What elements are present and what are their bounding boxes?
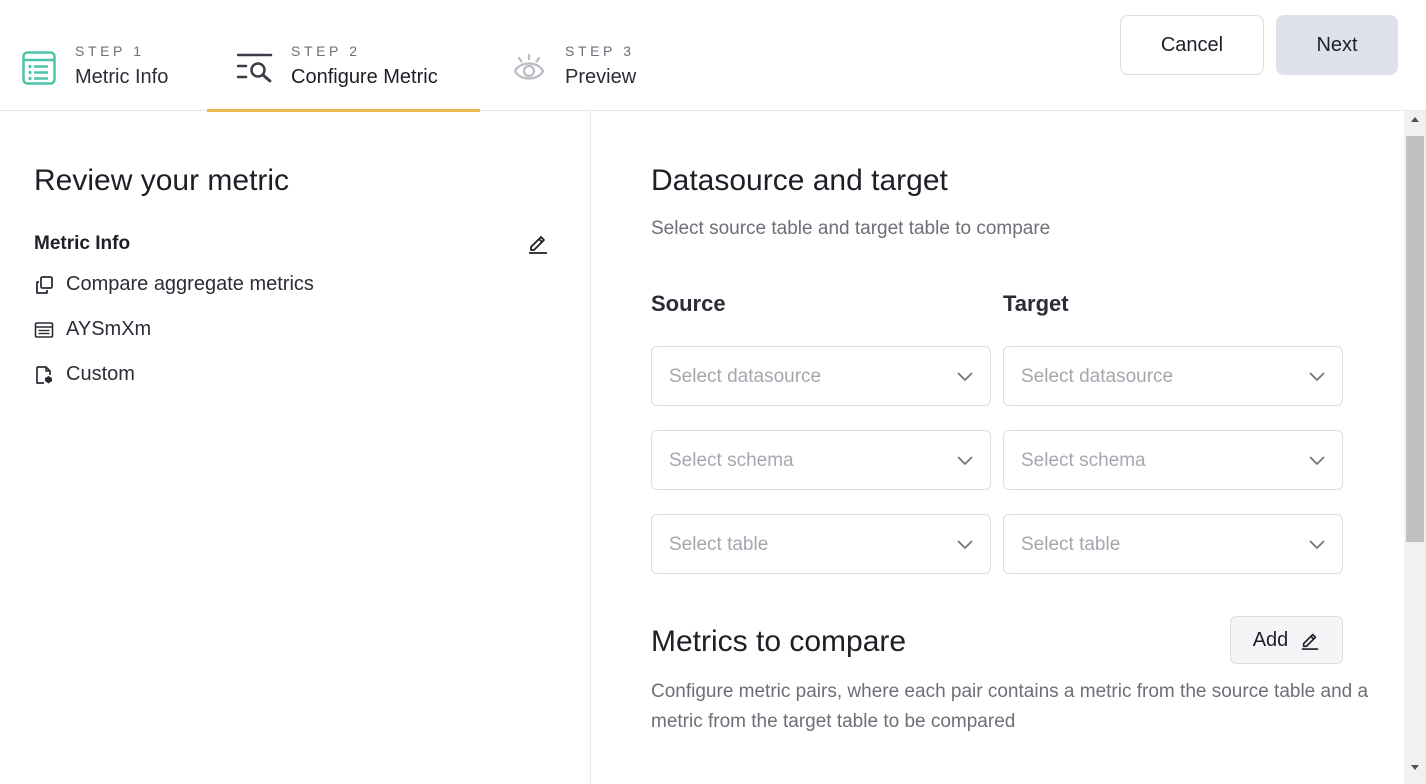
step-title: Preview [565,66,637,88]
configure-panel: Datasource and target Select source tabl… [592,111,1404,784]
select-placeholder: Select datasource [1021,366,1174,387]
step-title: Configure Metric [291,66,438,88]
source-heading: Source [651,291,726,316]
chevron-down-icon [1309,453,1325,466]
edit-icon[interactable] [527,232,549,254]
target-datasource-select[interactable]: Select datasource [1003,346,1343,406]
target-schema-select[interactable]: Select schema [1003,430,1343,490]
step-title: Metric Info [75,66,169,88]
review-title: Review your metric [34,164,290,197]
step-preview[interactable]: STEP 3 Preview [480,0,680,111]
metric-name-row: AYSmXm [34,318,151,341]
table-icon [34,320,54,340]
chevron-down-icon [1309,537,1325,550]
cancel-button[interactable]: Cancel [1120,15,1264,75]
vertical-scrollbar[interactable] [1404,111,1426,784]
target-heading: Target [1003,291,1069,316]
select-placeholder: Select datasource [669,366,822,387]
step-number: STEP 1 [75,43,145,59]
metric-category-row: Custom [34,363,135,386]
select-placeholder: Select schema [1021,450,1146,471]
step-number: STEP 3 [565,43,635,59]
scrollbar-thumb[interactable] [1406,136,1424,542]
metrics-description: Configure metric pairs, where each pair … [651,681,1369,732]
source-datasource-select[interactable]: Select datasource [651,346,991,406]
metric-type-text: Compare aggregate metrics [66,273,314,295]
select-placeholder: Select schema [669,450,794,471]
datasource-description: Select source table and target table to … [651,218,1051,239]
step-configure-metric[interactable]: STEP 2 Configure Metric [207,0,480,112]
metrics-title: Metrics to compare [651,625,907,658]
chevron-down-icon [1309,369,1325,382]
metric-type-row: Compare aggregate metrics [34,273,314,296]
datasource-title: Datasource and target [651,164,948,197]
review-panel: Review your metric Metric Info Compare a… [0,111,591,784]
target-table-select[interactable]: Select table [1003,514,1343,574]
source-schema-select[interactable]: Select schema [651,430,991,490]
chevron-down-icon [957,453,973,466]
step-metric-info[interactable]: STEP 1 Metric Info [0,0,205,111]
select-placeholder: Select table [1021,534,1121,555]
list-icon [22,51,56,90]
copy-icon [34,275,54,295]
pencil-icon [1300,630,1320,650]
next-button[interactable]: Next [1276,15,1398,75]
select-placeholder: Select table [669,534,769,555]
metric-category-text: Custom [66,363,135,385]
chevron-down-icon [957,369,973,382]
search-filter-icon [236,52,273,89]
wizard-header: STEP 1 Metric Info STEP 2 Configure Metr… [0,0,1426,112]
scroll-down-arrow-icon[interactable] [1404,764,1426,780]
metric-name-text: AYSmXm [66,318,152,340]
chevron-down-icon [957,537,973,550]
add-label: Add [1252,628,1289,651]
step-number: STEP 2 [291,43,361,59]
scroll-up-arrow-icon[interactable] [1404,115,1426,131]
metric-info-heading: Metric Info [34,233,131,254]
add-metric-button[interactable]: Add [1230,616,1343,664]
file-badge-icon [34,365,54,385]
eye-icon [513,53,545,90]
source-table-select[interactable]: Select table [651,514,991,574]
